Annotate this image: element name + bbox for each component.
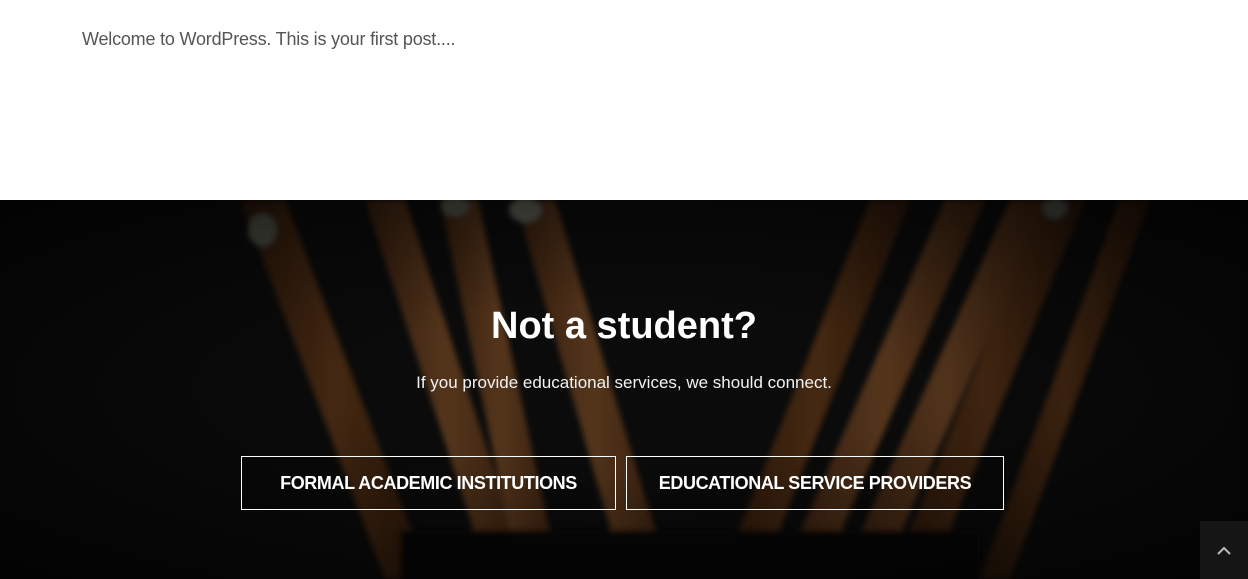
post-excerpt-section: Welcome to WordPress. This is your first…	[0, 0, 1248, 200]
cta-section: Not a student? If you provide educationa…	[0, 200, 1248, 579]
cta-title: Not a student?	[491, 305, 757, 347]
chevron-up-icon	[1217, 546, 1231, 555]
cta-subtitle: If you provide educational services, we …	[416, 373, 832, 392]
formal-academic-institutions-button[interactable]: FORMAL ACADEMIC INSTITUTIONS	[241, 456, 616, 510]
back-to-top-button[interactable]	[1200, 521, 1248, 579]
educational-service-providers-button[interactable]: EDUCATIONAL SERVICE PROVIDERS	[626, 456, 1004, 510]
post-excerpt: Welcome to WordPress. This is your first…	[82, 29, 456, 49]
page: Welcome to WordPress. This is your first…	[0, 0, 1248, 579]
